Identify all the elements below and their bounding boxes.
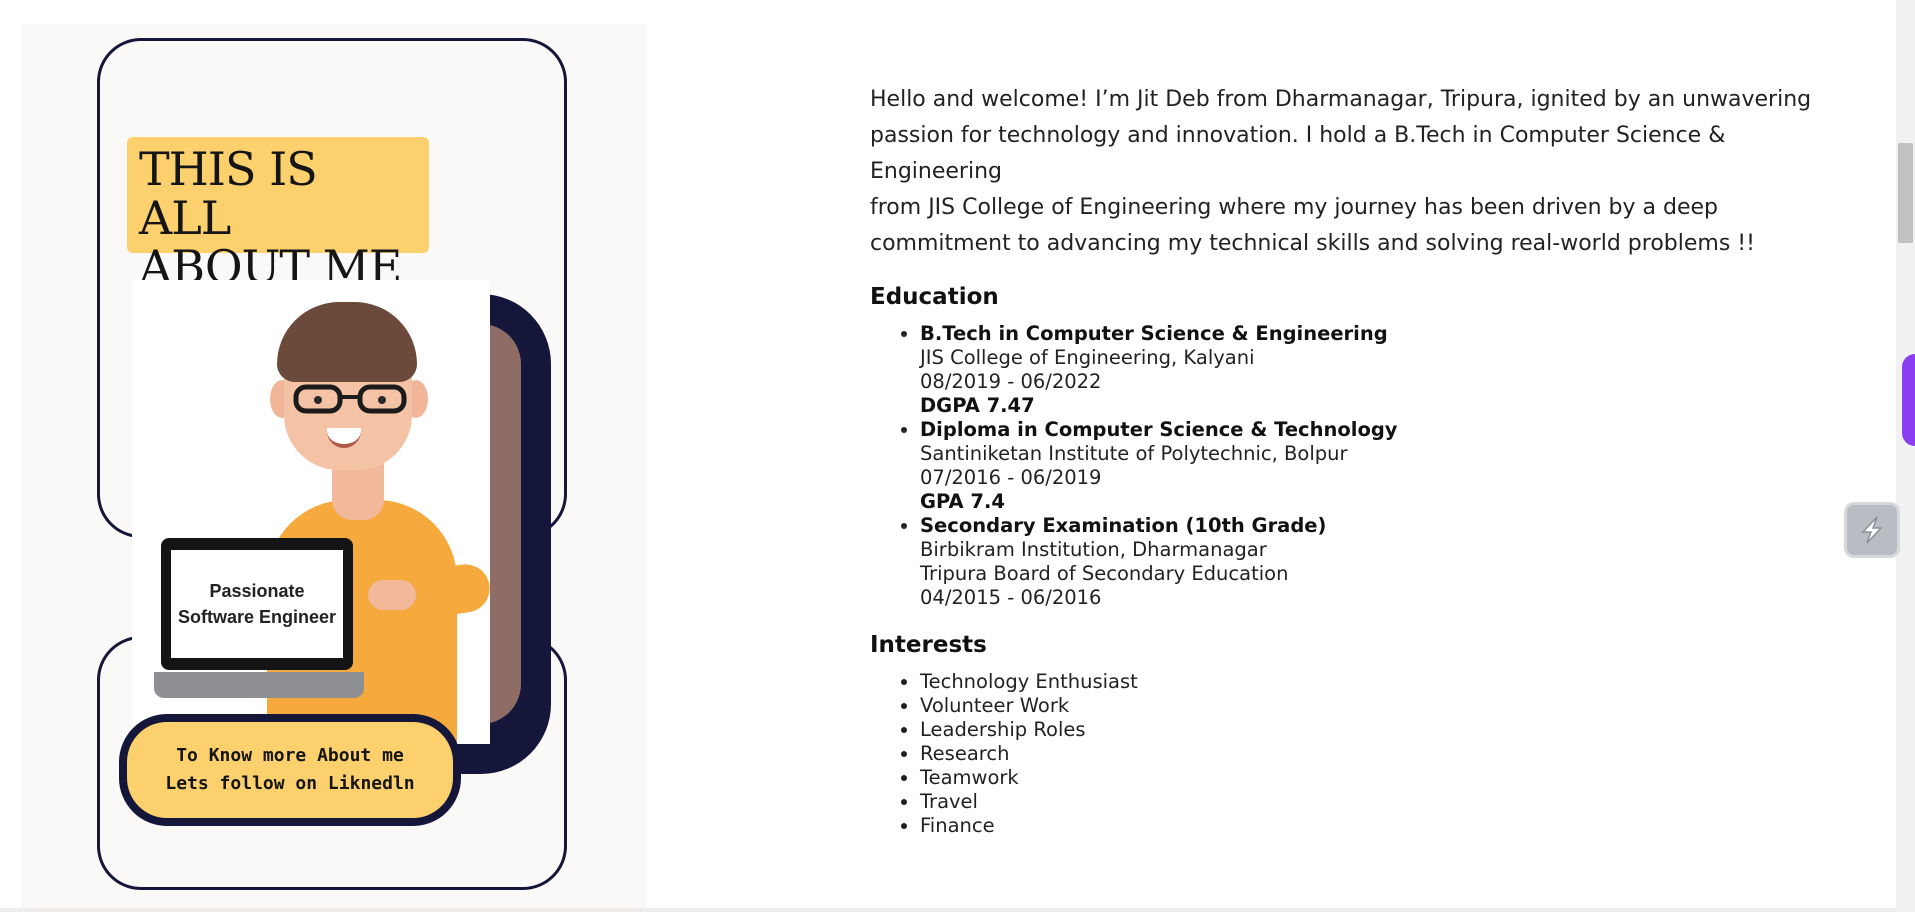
interests-heading: Interests [870,632,987,658]
interest-item: Technology Enthusiast [920,670,1845,694]
laptop-keyboard [154,672,364,698]
character-hair [277,302,417,382]
education-grade: GPA 7.4 [920,490,1005,513]
linkedin-cta[interactable]: To Know more About me Lets follow on Lik… [119,714,461,826]
education-dates: 08/2019 - 06/2022 [920,370,1102,393]
education-item: B.Tech in Computer Science & Engineering… [920,322,1845,418]
interest-item: Volunteer Work [920,694,1845,718]
about-content: Hello and welcome! I’m Jit Deb from Dhar… [870,82,1845,838]
education-institution: Santiniketan Institute of Polytechnic, B… [920,442,1348,465]
extension-floating-button[interactable] [1844,502,1900,558]
extension-logo-icon [1861,516,1883,544]
intro-line-1: Hello and welcome! I’m Jit Deb from Dhar… [870,87,1812,184]
interest-item: Leadership Roles [920,718,1845,742]
education-item: Diploma in Computer Science & Technology… [920,418,1845,514]
vertical-scrollbar[interactable] [1896,0,1915,912]
glasses-icon [293,384,407,414]
laptop-text: Passionate Software Engineer [171,550,343,658]
education-dates: 04/2015 - 06/2016 [920,586,1102,609]
interest-item: Finance [920,814,1845,838]
education-degree: Secondary Examination (10th Grade) [920,514,1327,537]
education-list: B.Tech in Computer Science & Engineering… [870,322,1845,610]
about-me-poster: THIS IS ALL ABOUT ME !! Passionate Softw… [21,24,646,912]
education-grade: DGPA 7.47 [920,394,1035,417]
education-board: Tripura Board of Secondary Education [920,562,1289,585]
education-heading: Education [870,284,999,310]
education-item: Secondary Examination (10th Grade) Birbi… [920,514,1845,610]
character-illustration: Passionate Software Engineer [132,280,493,750]
education-degree: B.Tech in Computer Science & Engineering [920,322,1388,345]
education-degree: Diploma in Computer Science & Technology [920,418,1398,441]
interest-item: Teamwork [920,766,1845,790]
education-dates: 07/2016 - 06/2019 [920,466,1102,489]
intro-paragraph: Hello and welcome! I’m Jit Deb from Dhar… [870,82,1845,262]
interest-item: Research [920,742,1845,766]
interest-item: Travel [920,790,1845,814]
pointing-hand [368,580,416,610]
page-bottom-edge [0,908,1896,912]
education-institution: Birbikram Institution, Dharmanagar [920,538,1267,561]
side-widget-tab[interactable] [1902,354,1915,446]
laptop-screen: Passionate Software Engineer [161,538,353,670]
scrollbar-thumb[interactable] [1898,143,1913,243]
intro-line-2: from JIS College of Engineering where my… [870,195,1755,256]
poster-headline: THIS IS ALL ABOUT ME !! [127,137,429,341]
interests-list: Technology Enthusiast Volunteer Work Lea… [870,670,1845,838]
education-institution: JIS College of Engineering, Kalyani [920,346,1255,369]
